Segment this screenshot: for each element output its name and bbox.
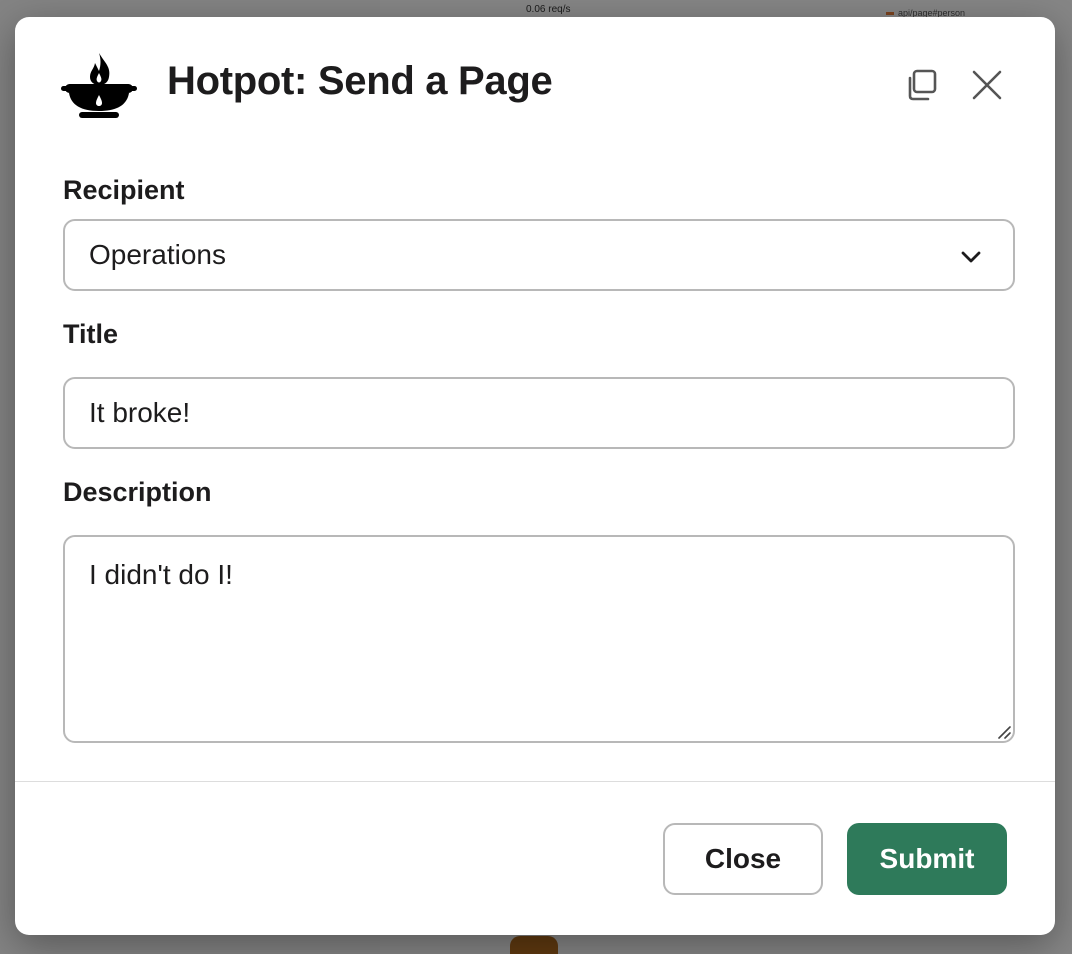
description-label: Description <box>63 477 212 507</box>
modal-footer: Close Submit <box>15 782 1055 935</box>
modal-body: Recipient Operations Title Description I… <box>63 167 1015 743</box>
recipient-selected-value: Operations <box>89 239 226 270</box>
chevron-down-icon <box>961 251 981 263</box>
close-dialog-button[interactable] <box>969 67 1005 103</box>
resize-handle-icon[interactable] <box>995 723 1011 739</box>
close-button[interactable]: Close <box>663 823 823 895</box>
copy-button[interactable] <box>903 67 939 103</box>
send-page-modal: Hotpot: Send a Page Recipient Operations… <box>15 17 1055 935</box>
description-field: I didn't do I! <box>63 535 1015 743</box>
copy-icon <box>908 69 937 101</box>
modal-header: Hotpot: Send a Page <box>15 17 1055 157</box>
recipient-select[interactable]: Operations <box>63 219 1015 291</box>
recipient-label: Recipient <box>63 175 185 205</box>
description-textarea[interactable]: I didn't do I! <box>63 535 1015 743</box>
submit-button[interactable]: Submit <box>847 823 1007 895</box>
title-input[interactable] <box>63 377 1015 449</box>
title-label: Title <box>63 319 119 349</box>
modal-title: Hotpot: Send a Page <box>167 59 553 103</box>
close-icon <box>972 70 1002 100</box>
hotpot-icon <box>61 53 137 118</box>
